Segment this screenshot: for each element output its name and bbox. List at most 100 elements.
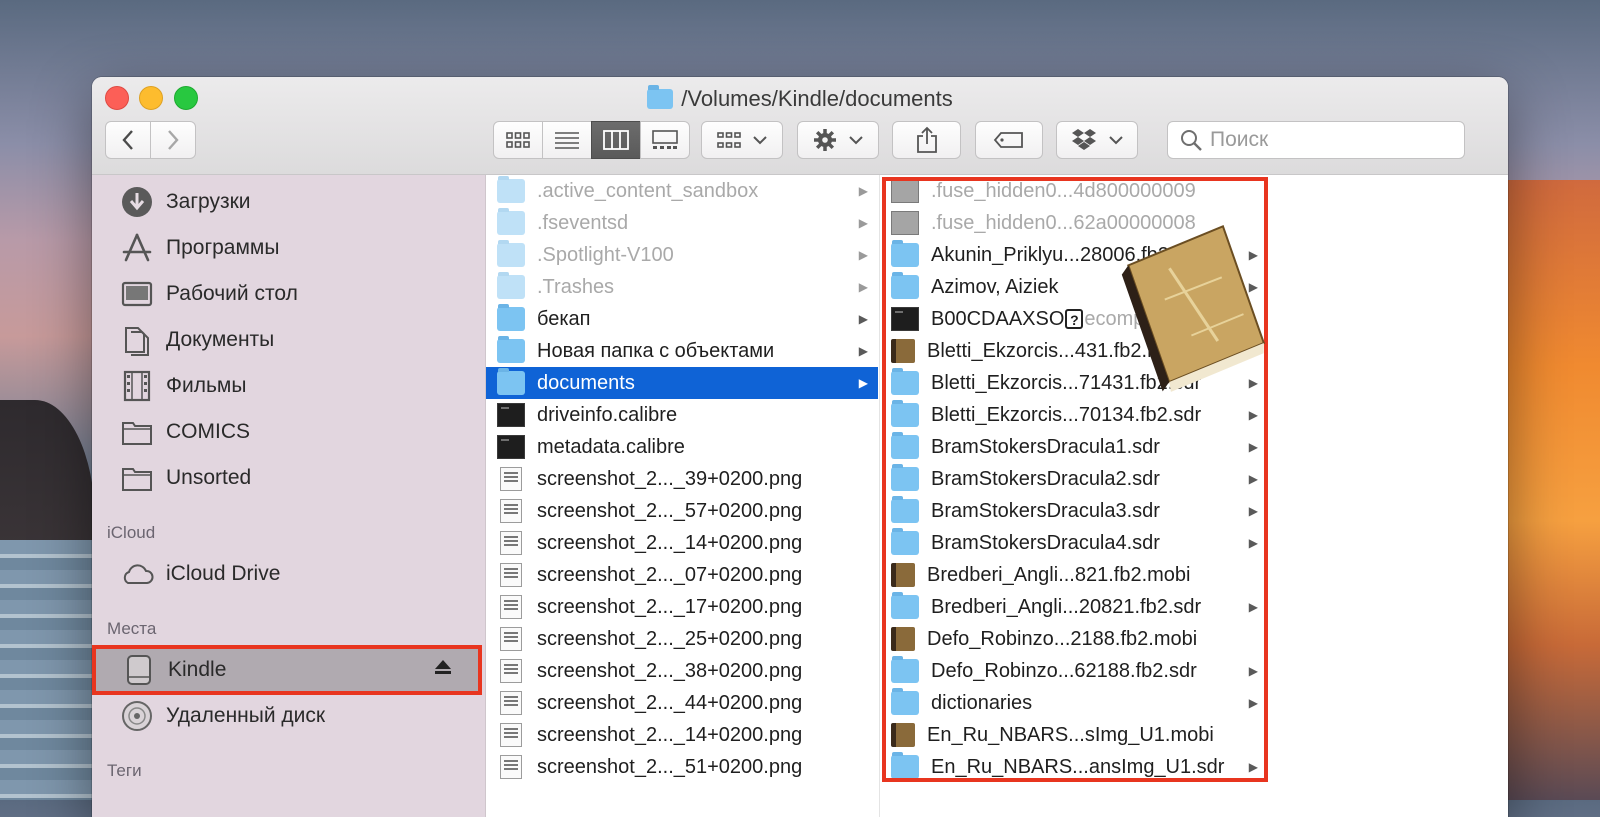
sidebar-item-desktop[interactable]: Рабочий стол bbox=[92, 271, 485, 317]
titlebar: /Volumes/Kindle/documents Поиск bbox=[92, 77, 1508, 175]
documents-icon bbox=[120, 323, 154, 357]
file-row[interactable]: screenshot_2..._17+0200.png bbox=[486, 591, 878, 623]
folder-icon bbox=[497, 368, 525, 395]
sidebar-item-applications[interactable]: Программы bbox=[92, 225, 485, 271]
file-row[interactable]: .fseventsd ▶ bbox=[486, 207, 878, 239]
sidebar-item-comics[interactable]: COMICS bbox=[92, 409, 485, 455]
file-row[interactable]: BramStokersDracula1.sdr ▶ bbox=[880, 431, 1268, 463]
sidebar-item-label: iCloud Drive bbox=[166, 562, 281, 585]
wallpaper-rock bbox=[0, 400, 95, 560]
dropbox-button[interactable] bbox=[1056, 121, 1138, 159]
file-row[interactable]: BramStokersDracula3.sdr ▶ bbox=[880, 495, 1268, 527]
file-row[interactable]: Defo_Robinzo...62188.fb2.sdr ▶ bbox=[880, 655, 1268, 687]
file-row[interactable]: BramStokersDracula2.sdr ▶ bbox=[880, 463, 1268, 495]
back-button[interactable] bbox=[105, 121, 151, 159]
file-row[interactable]: screenshot_2..._44+0200.png bbox=[486, 687, 878, 719]
file-name: screenshot_2..._14+0200.png bbox=[537, 531, 803, 554]
file-row[interactable]: Defo_Robinzo...2188.fb2.mobi bbox=[880, 623, 1268, 655]
eject-icon[interactable] bbox=[434, 658, 452, 682]
file-row[interactable]: dictionaries ▶ bbox=[880, 687, 1268, 719]
sidebar-item-label: COMICS bbox=[166, 420, 250, 443]
image-file-icon bbox=[500, 691, 522, 715]
folder-icon bbox=[891, 528, 919, 555]
sidebar-item-kindle[interactable]: Kindle bbox=[92, 645, 482, 695]
unknown-char-icon: ? bbox=[1065, 309, 1084, 329]
action-menu-button[interactable] bbox=[797, 121, 879, 159]
gallery-view-button[interactable] bbox=[640, 121, 690, 159]
file-name: BramStokersDracula4.sdr bbox=[931, 531, 1160, 554]
file-row[interactable]: .active_content_sandbox ▶ bbox=[486, 175, 878, 207]
file-name: metadata.calibre bbox=[537, 435, 685, 458]
file-name: En_Ru_NBARS...ansImg_U1.sdr bbox=[931, 755, 1225, 778]
desktop-icon bbox=[120, 277, 154, 311]
file-name: Defo_Robinzo...62188.fb2.sdr bbox=[931, 659, 1197, 682]
download-icon bbox=[120, 185, 154, 219]
window-title: /Volumes/Kindle/documents bbox=[681, 86, 953, 111]
folder-icon bbox=[891, 400, 919, 427]
file-name: Azimov, Aiziek bbox=[931, 275, 1059, 298]
file-row[interactable]: En_Ru_NBARS...sImg_U1.mobi bbox=[880, 719, 1268, 751]
folder-icon bbox=[497, 304, 525, 331]
disclosure-arrow-icon: ▶ bbox=[1248, 408, 1258, 422]
folder-icon bbox=[891, 432, 919, 459]
chevron-down-icon bbox=[1109, 136, 1123, 145]
sidebar-item-label: Kindle bbox=[168, 658, 227, 681]
file-name: screenshot_2..._44+0200.png bbox=[537, 691, 803, 714]
file-row[interactable]: screenshot_2..._07+0200.png bbox=[486, 559, 878, 591]
file-row[interactable]: Bredberi_Angli...20821.fb2.sdr ▶ bbox=[880, 591, 1268, 623]
file-row[interactable]: screenshot_2..._57+0200.png bbox=[486, 495, 878, 527]
disclosure-arrow-icon: ▶ bbox=[858, 216, 868, 230]
file-row[interactable]: BramStokersDracula4.sdr ▶ bbox=[880, 527, 1268, 559]
share-button[interactable] bbox=[892, 121, 961, 159]
file-row[interactable]: Новая папка с объектами ▶ bbox=[486, 335, 878, 367]
applications-icon bbox=[120, 231, 154, 265]
tags-button[interactable] bbox=[975, 121, 1043, 159]
sidebar-item-label: Программы bbox=[166, 236, 280, 259]
executable-file-icon bbox=[497, 403, 525, 427]
file-name: documents bbox=[537, 371, 635, 394]
file-row[interactable]: driveinfo.calibre bbox=[486, 399, 878, 431]
file-row[interactable]: .fuse_hidden0...4d800000009 bbox=[880, 175, 1268, 207]
search-placeholder: Поиск bbox=[1210, 128, 1269, 151]
group-by-button[interactable] bbox=[701, 121, 783, 159]
sidebar-item-movies[interactable]: Фильмы bbox=[92, 363, 485, 409]
sidebar-item-downloads[interactable]: Загрузки bbox=[92, 179, 485, 225]
search-field[interactable]: Поиск bbox=[1167, 121, 1465, 159]
file-row[interactable]: metadata.calibre bbox=[486, 431, 878, 463]
file-name: .Spotlight-V100 bbox=[537, 243, 674, 266]
dropbox-icon bbox=[1072, 129, 1096, 150]
cloud-icon bbox=[120, 557, 154, 591]
file-row[interactable]: documents ▶ bbox=[486, 367, 878, 399]
list-view-button[interactable] bbox=[542, 121, 592, 159]
file-row[interactable]: screenshot_2..._38+0200.png bbox=[486, 655, 878, 687]
file-row[interactable]: En_Ru_NBARS...ansImg_U1.sdr ▶ bbox=[880, 751, 1268, 783]
ebook-icon bbox=[891, 563, 915, 587]
file-row[interactable]: screenshot_2..._51+0200.png bbox=[486, 751, 878, 783]
file-row[interactable]: screenshot_2..._14+0200.png bbox=[486, 527, 878, 559]
file-name: Defo_Robinzo...2188.fb2.mobi bbox=[927, 627, 1198, 650]
file-row[interactable]: .Spotlight-V100 ▶ bbox=[486, 239, 878, 271]
file-row[interactable]: Bredberi_Angli...821.fb2.mobi bbox=[880, 559, 1268, 591]
file-name: En_Ru_NBARS...sImg_U1.mobi bbox=[927, 723, 1214, 746]
sidebar-item-label: Unsorted bbox=[166, 466, 252, 489]
file-row[interactable]: screenshot_2..._25+0200.png bbox=[486, 623, 878, 655]
disclosure-arrow-icon: ▶ bbox=[858, 344, 868, 358]
sidebar-item-icloud-drive[interactable]: iCloud Drive bbox=[92, 551, 485, 597]
file-row[interactable]: Bletti_Ekzorcis...70134.fb2.sdr ▶ bbox=[880, 399, 1268, 431]
sidebar-item-remote-disc[interactable]: Удаленный диск bbox=[92, 693, 485, 739]
file-name: screenshot_2..._39+0200.png bbox=[537, 467, 803, 490]
folder-icon bbox=[497, 240, 525, 267]
icon-view-button[interactable] bbox=[493, 121, 543, 159]
file-row[interactable]: screenshot_2..._14+0200.png bbox=[486, 719, 878, 751]
column-view-button[interactable] bbox=[591, 121, 641, 159]
file-name: screenshot_2..._51+0200.png bbox=[537, 755, 803, 778]
file-row[interactable]: бекап ▶ bbox=[486, 303, 878, 335]
file-row[interactable]: screenshot_2..._39+0200.png bbox=[486, 463, 878, 495]
sidebar-heading-tags: Теги bbox=[107, 761, 142, 780]
sidebar-item-unsorted[interactable]: Unsorted bbox=[92, 455, 485, 501]
sidebar-item-documents[interactable]: Документы bbox=[92, 317, 485, 363]
file-name: Bletti_Ekzorcis...70134.fb2.sdr bbox=[931, 403, 1202, 426]
file-row[interactable]: .Trashes ▶ bbox=[486, 271, 878, 303]
forward-button[interactable] bbox=[150, 121, 196, 159]
disclosure-arrow-icon: ▶ bbox=[858, 376, 868, 390]
